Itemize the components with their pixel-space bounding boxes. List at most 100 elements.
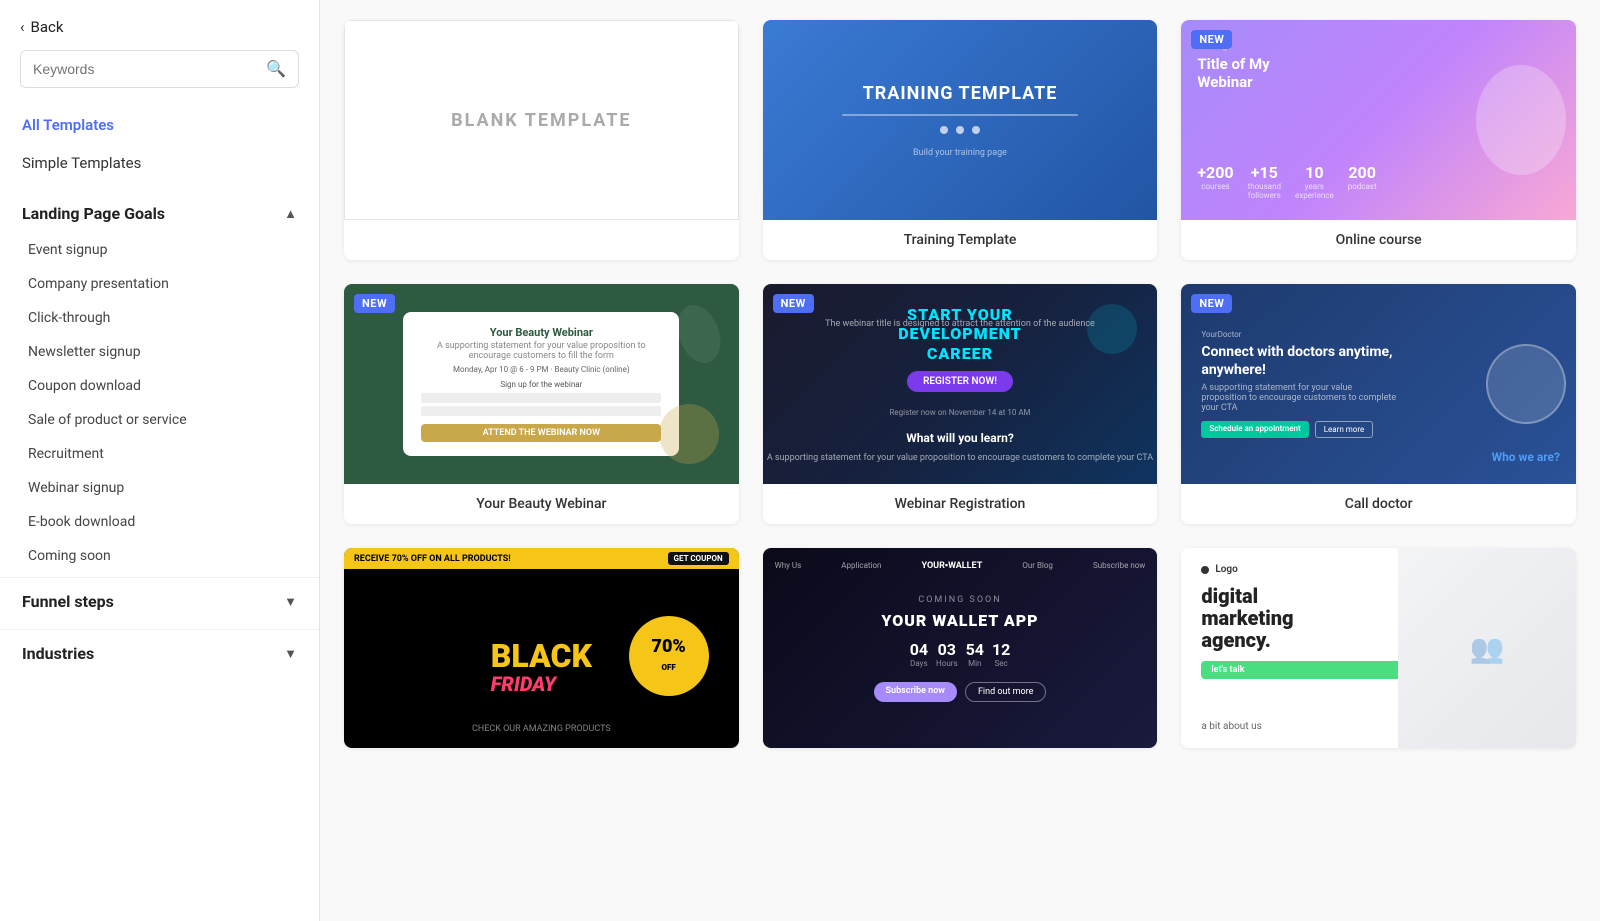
sidebar-item-newsletter-signup[interactable]: Newsletter signup [0,335,319,369]
online-title-area: YourLogo Title of MyWebinar [1197,42,1269,91]
sidebar-item-company-presentation[interactable]: Company presentation [0,267,319,301]
search-bar: 🔍 [20,50,299,88]
sidebar-item-recruitment[interactable]: Recruitment [0,437,319,471]
template-black-friday[interactable]: RECEIVE 70% OFF ON ALL PRODUCTS! GET COU… [344,548,739,748]
sidebar-item-event-signup[interactable]: Event signup [0,233,319,267]
online-label: Online course [1181,220,1576,260]
bf-main: BLACK Friday [491,640,592,696]
template-blank[interactable]: BLANK TEMPLATE [344,20,739,260]
stat-15: +15 [1248,163,1281,182]
beauty-cta-btn: ATTEND THE WEBINAR NOW [421,424,661,442]
beauty-new-badge: NEW [354,294,395,313]
webinar-deco-circle [1087,304,1137,354]
template-blank-thumb: BLANK TEMPLATE [344,20,739,220]
back-button[interactable]: ‹ Back [0,0,319,50]
landing-page-goals-header[interactable]: Landing Page Goals ▲ [0,190,319,233]
doctor-buttons: Schedule an appointment Learn more [1201,421,1556,438]
wallet-nav-why: Why Us [775,561,802,570]
stat-200: +200 [1197,163,1233,182]
sidebar: ‹ Back 🔍 All Templates Simple Templates … [0,0,320,921]
sidebar-item-ebook-download[interactable]: E-book download [0,505,319,539]
template-training-thumb: TRAINING TEMPLATE Build your training pa… [763,20,1158,220]
beauty-date: Monday, Apr 10 @ 6 - 9 PM · Beauty Clini… [421,365,661,374]
online-new-badge: NEW [1191,30,1232,49]
industries-title: Industries [22,644,94,663]
webinar-learn-sub: A supporting statement for your value pr… [767,453,1153,463]
training-title: TRAINING TEMPLATE [863,83,1058,104]
sidebar-item-coupon-download[interactable]: Coupon download [0,369,319,403]
wallet-nav-subscribe: Subscribe now [1093,561,1145,570]
wallet-nav-blog: Our Blog [1022,561,1053,570]
training-sub: Build your training page [913,148,1007,158]
template-online-course[interactable]: NEW YourLogo Title of MyWebinar +200cour… [1181,20,1576,260]
doctor-photo-circle [1486,344,1566,424]
doctor-new-badge: NEW [1191,294,1232,313]
timer-min: 54 [966,640,984,659]
search-input[interactable] [21,51,254,87]
sidebar-item-sale-product[interactable]: Sale of product or service [0,403,319,437]
dot3 [972,126,980,134]
wallet-nav: Why Us Application YOUR▪WALLET Our Blog … [775,560,1146,571]
template-wallet-app[interactable]: Why Us Application YOUR▪WALLET Our Blog … [763,548,1158,748]
funnel-steps-header[interactable]: Funnel steps ▼ [0,577,319,625]
timer-days-label: Days [910,659,928,668]
webinar-tagline: The webinar title is designed to attract… [779,319,1142,329]
template-beauty-thumb: NEW Your Beauty Webinar A supporting sta… [344,284,739,484]
industries-chevron-icon: ▼ [284,646,297,662]
bf-header-text: RECEIVE 70% OFF ON ALL PRODUCTS! [354,554,511,564]
wallet-logo: YOUR▪WALLET [922,560,983,571]
stat-followers-label: thousandfollowers [1248,182,1281,200]
wallet-subscribe-btn: Subscribe now [874,682,957,702]
timer-hours-label: Hours [936,659,958,668]
stat-200b: 200 [1348,163,1377,182]
training-dots [940,126,980,134]
template-webinar-reg[interactable]: NEW YourLogo The webinar title is design… [763,284,1158,524]
bf-discount-circle: 70%OFF [629,616,709,696]
template-bf-thumb: RECEIVE 70% OFF ON ALL PRODUCTS! GET COU… [344,548,739,748]
template-call-doctor[interactable]: NEW YourDoctor Connect with doctors anyt… [1181,284,1576,524]
template-training[interactable]: TRAINING TEMPLATE Build your training pa… [763,20,1158,260]
beauty-card: Your Beauty Webinar A supporting stateme… [403,312,679,456]
stat-10: 10 [1295,163,1334,182]
timer-min-label: Min [966,659,984,668]
online-person-circle [1476,65,1566,175]
webinar-learn-title: What will you learn? [906,431,1014,445]
doctor-learn-btn: Learn more [1315,421,1373,438]
beauty-signup-label: Sign up for the webinar [421,380,661,389]
wallet-find-btn: Find out more [965,682,1046,702]
webinar-new-badge: NEW [773,294,814,313]
landing-page-goals-chevron-icon: ▲ [284,206,297,222]
beauty-label: Your Beauty Webinar [344,484,739,524]
doctor-logo: YourDoctor [1201,330,1556,339]
sidebar-item-click-through[interactable]: Click-through [0,301,319,335]
sidebar-item-webinar-signup[interactable]: Webinar signup [0,471,319,505]
doctor-who-are-we: Who we are? [1492,450,1560,464]
digital-people-area: 👥 [1398,548,1576,748]
sidebar-item-simple-templates[interactable]: Simple Templates [0,144,319,182]
sidebar-item-coming-soon[interactable]: Coming soon [0,539,319,573]
template-beauty-webinar[interactable]: NEW Your Beauty Webinar A supporting sta… [344,284,739,524]
landing-page-goals-items: Event signup Company presentation Click-… [0,233,319,573]
dot2 [956,126,964,134]
webinar-date-info: Register now on November 14 at 10 AM [889,408,1030,417]
search-button[interactable]: 🔍 [254,51,298,87]
stat-experience-label: yearsexperience [1295,182,1334,200]
beauty-card-sub: A supporting statement for your value pr… [421,341,661,361]
webinar-main-title: START YOURDEVELOPMENTCAREER [898,305,1022,363]
logo-text: Logo [1215,564,1237,575]
wallet-buttons: Subscribe now Find out more [874,682,1047,702]
beauty-deco-circle [659,404,719,464]
digital-about: a bit about us [1201,721,1261,732]
wallet-main-title: YOUR WALLET APP [881,611,1038,630]
stat-podcast-label: podcast [1348,182,1377,191]
bf-black-title: BLACK [491,640,592,672]
industries-header[interactable]: Industries ▼ [0,629,319,677]
bf-footer: CHECK OUR AMAZING PRODUCTS [344,724,739,734]
sidebar-item-all-templates[interactable]: All Templates [0,106,319,144]
bf-header: RECEIVE 70% OFF ON ALL PRODUCTS! GET COU… [344,548,739,569]
doctor-schedule-btn: Schedule an appointment [1201,421,1308,438]
template-digital-marketing[interactable]: Logo digitalmarketingagency. let's talk … [1181,548,1576,748]
wallet-nav-app: Application [841,561,881,570]
bf-get-coupon: GET COUPON [668,552,729,565]
training-label: Training Template [763,220,1158,260]
